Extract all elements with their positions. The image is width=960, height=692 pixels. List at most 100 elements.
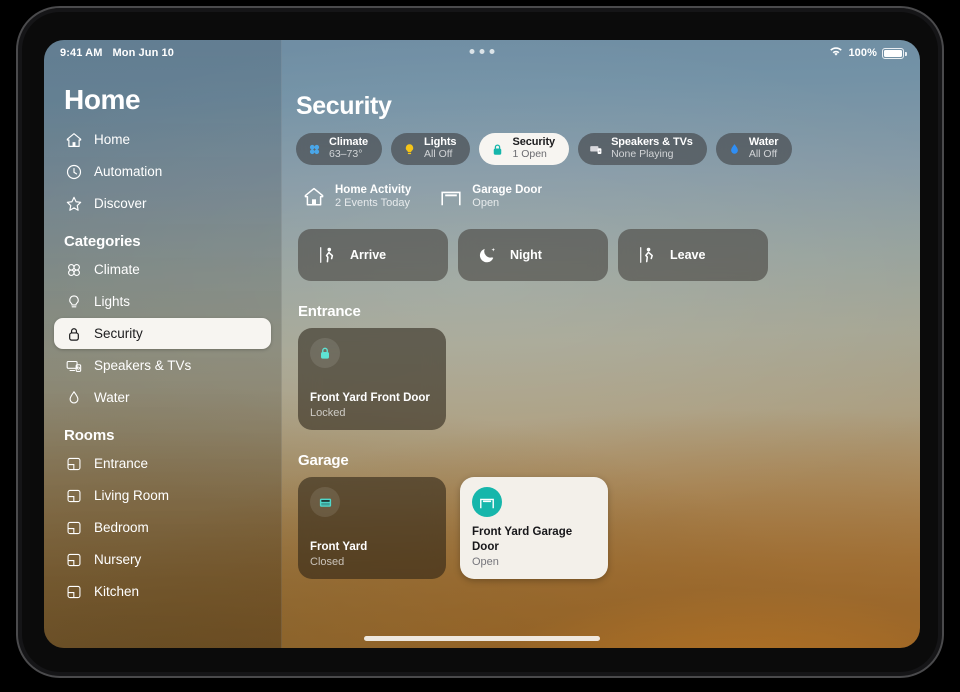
- scenes-row: Arrive Night Leave: [298, 229, 920, 282]
- sidebar-title: Home: [64, 84, 141, 115]
- status-bar-right: 100%: [829, 46, 907, 60]
- room-icon: [64, 518, 83, 537]
- accessory-card-front-yard[interactable]: Front Yard Closed: [298, 477, 446, 580]
- status-pill-speakers-tvs[interactable]: Speakers & TVs None Playing: [578, 133, 707, 165]
- status-time: 9:41 AM: [60, 47, 103, 59]
- scene-leave[interactable]: Leave: [618, 229, 768, 282]
- room-icon: [64, 550, 83, 569]
- status-bar-left: 9:41 AM Mon Jun 10: [60, 47, 174, 59]
- sidebar-item-label: Discover: [94, 196, 147, 211]
- sidebar-item-kitchen[interactable]: Kitchen: [54, 576, 271, 607]
- sidebar-section-categories: Categories: [64, 233, 141, 250]
- summary-name: Garage Door: [472, 184, 542, 196]
- sidebar-item-security[interactable]: Security: [54, 318, 271, 349]
- sidebar-item-label: Entrance: [94, 456, 149, 471]
- droplet-icon: [727, 142, 742, 157]
- sidebar-item-label: Automation: [94, 164, 163, 179]
- sidebar-item-label: Bedroom: [94, 520, 149, 535]
- house-icon: [64, 130, 83, 149]
- moon-icon: [478, 245, 498, 265]
- scene-label: Arrive: [350, 248, 387, 263]
- garage-closed-icon: [310, 487, 340, 518]
- droplet-icon: [64, 388, 83, 407]
- status-pill-lights[interactable]: Lights All Off: [391, 133, 471, 165]
- sidebar-item-nursery[interactable]: Nursery: [54, 544, 271, 575]
- speaker-tv-icon: [64, 356, 83, 375]
- sidebar-item-speakers-tvs[interactable]: Speakers & TVs: [54, 350, 271, 381]
- sidebar-item-label: Climate: [94, 262, 140, 277]
- lock-icon: [310, 338, 340, 369]
- summary-home-activity[interactable]: Home Activity 2 Events Today: [302, 183, 411, 211]
- sidebar-item-bedroom[interactable]: Bedroom: [54, 512, 271, 543]
- room-icon: [64, 582, 83, 601]
- battery-percent: 100%: [848, 47, 877, 59]
- accessory-name: Front Yard Front Door: [310, 391, 430, 404]
- sidebar-item-home[interactable]: Home: [54, 124, 271, 155]
- bulb-icon: [402, 142, 417, 157]
- sidebar-item-label: Security: [94, 326, 143, 341]
- wifi-icon: [829, 46, 843, 60]
- bulb-icon: [64, 292, 83, 311]
- accessory-name: Front Yard: [310, 540, 368, 553]
- status-bar: 9:41 AM Mon Jun 10 100%: [44, 40, 920, 66]
- sidebar-item-climate[interactable]: Climate: [54, 254, 271, 285]
- sidebar-section-rooms: Rooms: [64, 427, 115, 444]
- status-pill-sub: All Off: [424, 148, 453, 161]
- three-dots-icon[interactable]: [469, 49, 495, 54]
- sidebar-item-lights[interactable]: Lights: [54, 286, 271, 317]
- accessory-state: Open: [472, 555, 499, 568]
- house-icon: [302, 185, 326, 209]
- star-icon: [64, 194, 83, 213]
- sidebar-item-label: Home: [94, 132, 131, 147]
- status-pill-climate[interactable]: Climate 63–73°: [296, 133, 383, 165]
- summary-name: Home Activity: [335, 184, 412, 196]
- sidebar-item-label: Speakers & TVs: [94, 358, 192, 373]
- sidebar-item-water[interactable]: Water: [54, 382, 271, 413]
- status-pill-security[interactable]: Security 1 Open: [479, 133, 570, 165]
- status-pill-water[interactable]: Water All Off: [715, 133, 793, 165]
- room-icon: [64, 454, 83, 473]
- status-pill-sub: All Off: [748, 148, 778, 161]
- accessory-state: Locked: [310, 406, 346, 419]
- accessory-card-front-yard-garage-door[interactable]: Front Yard Garage Door Open: [460, 477, 608, 580]
- garage-open-icon: [472, 487, 502, 518]
- sidebar-item-label: Water: [94, 390, 130, 405]
- sidebar-item-discover[interactable]: Discover: [54, 188, 271, 219]
- fan-icon: [307, 142, 322, 157]
- status-pill-sub: None Playing: [611, 148, 674, 161]
- ipad-screen: 9:41 AM Mon Jun 10 100% Home Home Automa…: [44, 40, 920, 648]
- lock-icon: [490, 142, 505, 157]
- ipad-device-frame: 9:41 AM Mon Jun 10 100% Home Home Automa…: [16, 6, 944, 678]
- accessory-card-front-yard-front-door[interactable]: Front Yard Front Door Locked: [298, 328, 446, 431]
- scene-night[interactable]: Night: [458, 229, 608, 282]
- sidebar-item-label: Living Room: [94, 488, 170, 503]
- sidebar-item-entrance[interactable]: Entrance: [54, 448, 271, 479]
- scene-label: Leave: [670, 248, 706, 263]
- cards-row-garage: Front Yard Closed Front Yard Garage Door…: [298, 477, 920, 580]
- summary-sub: Open: [472, 197, 500, 210]
- lock-icon: [64, 324, 83, 343]
- status-pill-sub: 1 Open: [512, 148, 547, 161]
- section-title-garage: Garage: [298, 452, 349, 470]
- fan-icon: [64, 260, 83, 279]
- clock-icon: [64, 162, 83, 181]
- sidebar-item-label: Lights: [94, 294, 131, 309]
- scene-label: Night: [510, 248, 542, 263]
- battery-icon: [882, 47, 907, 59]
- sidebar-item-living-room[interactable]: Living Room: [54, 480, 271, 511]
- summary-garage-door[interactable]: Garage Door Open: [439, 183, 542, 211]
- sidebar-item-label: Nursery: [94, 552, 142, 567]
- accessory-state: Closed: [310, 555, 345, 568]
- speaker-tv-icon: [589, 142, 604, 157]
- status-date: Mon Jun 10: [112, 47, 174, 59]
- sidebar: Home Home Automation Discover Categories…: [44, 40, 282, 648]
- summary-sub: 2 Events Today: [335, 197, 411, 210]
- person-arrive-icon: [318, 245, 338, 265]
- section-title-entrance: Entrance: [298, 303, 361, 321]
- page-title: Security: [296, 92, 392, 120]
- room-icon: [64, 486, 83, 505]
- garage-icon: [439, 185, 463, 209]
- scene-arrive[interactable]: Arrive: [298, 229, 448, 282]
- person-leave-icon: [638, 245, 658, 265]
- sidebar-item-automation[interactable]: Automation: [54, 156, 271, 187]
